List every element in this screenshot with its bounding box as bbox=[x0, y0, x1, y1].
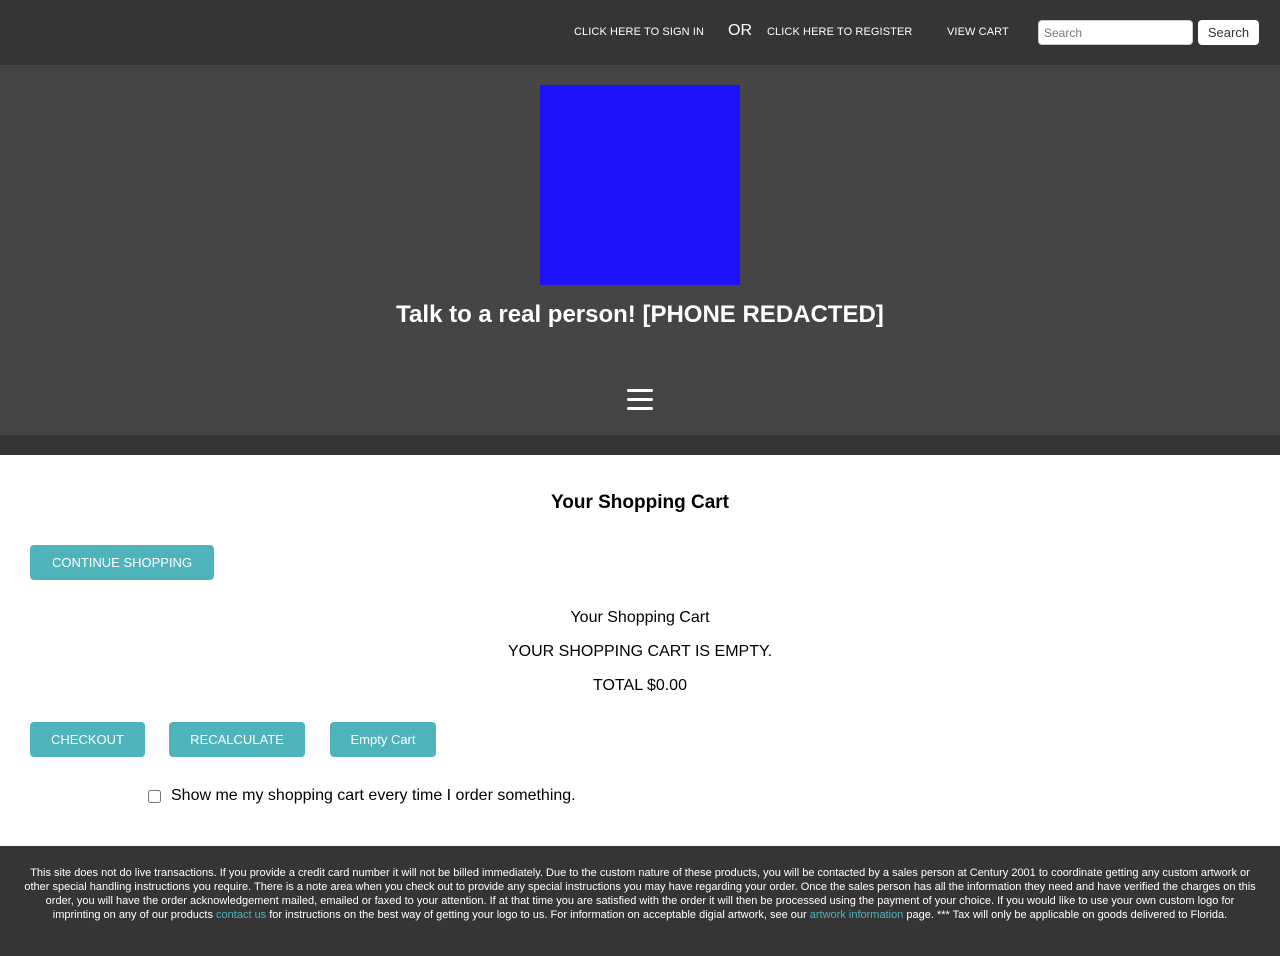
footer-text-3: page. *** Tax will only be applicable on… bbox=[903, 909, 1228, 921]
recalculate-button[interactable]: RECALCULATE bbox=[169, 722, 305, 757]
site-footer: This site does not do live transactions.… bbox=[0, 846, 1280, 956]
cart-empty-message: YOUR SHOPPING CART IS EMPTY. bbox=[507, 643, 773, 660]
cart-label: Your Shopping Cart bbox=[570, 609, 710, 626]
view-cart-link[interactable]: VIEW CART bbox=[947, 26, 1009, 38]
cart-total: TOTAL $0.00 bbox=[593, 677, 687, 694]
artwork-information-link[interactable]: artwork information bbox=[810, 909, 904, 921]
continue-shopping-button[interactable]: CONTINUE SHOPPING bbox=[30, 545, 214, 580]
contact-us-link[interactable]: contact us bbox=[216, 909, 266, 921]
search-button[interactable]: Search bbox=[1198, 20, 1259, 45]
show-cart-label[interactable]: Show me my shopping cart every time I or… bbox=[171, 787, 576, 805]
hamburger-menu-icon[interactable] bbox=[624, 387, 656, 413]
header-divider bbox=[0, 435, 1280, 455]
checkout-button[interactable]: CHECKOUT bbox=[30, 722, 145, 757]
phone-banner: Talk to a real person! [PHONE REDACTED] bbox=[396, 301, 884, 328]
search-input[interactable] bbox=[1038, 20, 1193, 45]
or-separator: OR bbox=[728, 22, 752, 39]
empty-cart-button[interactable]: Empty Cart bbox=[330, 722, 436, 757]
site-logo[interactable] bbox=[540, 85, 740, 285]
site-header: Talk to a real person! [PHONE REDACTED] bbox=[0, 65, 1280, 435]
footer-text-2: for instructions on the best way of gett… bbox=[266, 909, 810, 921]
register-link[interactable]: CLICK HERE TO REGISTER bbox=[767, 26, 912, 38]
show-cart-checkbox[interactable] bbox=[148, 790, 161, 803]
page-title: Your Shopping Cart bbox=[550, 492, 730, 513]
top-bar: CLICK HERE TO SIGN IN OR CLICK HERE TO R… bbox=[0, 0, 1280, 65]
sign-in-link[interactable]: CLICK HERE TO SIGN IN bbox=[574, 26, 704, 38]
